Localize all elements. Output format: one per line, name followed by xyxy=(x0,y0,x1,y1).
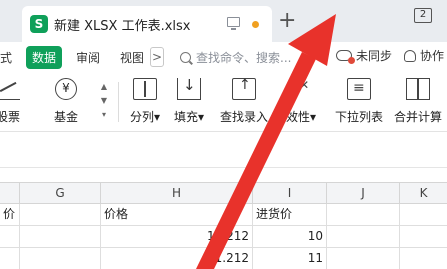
formula-bar[interactable] xyxy=(0,133,447,168)
cell-h[interactable]: 11.212 xyxy=(101,248,253,269)
menu-item-data[interactable]: 数据 xyxy=(26,46,63,69)
table-row: 价 价格 进货价 xyxy=(0,204,447,226)
menu-bar: 式 数据 审阅 视图 > 查找命令、搜索... 未同步 协作 xyxy=(0,42,447,72)
cell-h[interactable]: 10.212 xyxy=(101,226,253,247)
unsaved-dot-icon xyxy=(252,21,259,28)
fill-icon xyxy=(177,76,202,100)
search-icon xyxy=(180,51,191,63)
fund-button[interactable]: ¥ 基金 xyxy=(54,78,78,125)
yen-icon: ¥ xyxy=(55,78,77,100)
sync-label: 未同步 xyxy=(356,49,393,63)
spreadsheet-logo-icon: S xyxy=(30,15,48,33)
dropdown-list-button[interactable]: 下拉列表 xyxy=(335,78,383,125)
cell-j[interactable] xyxy=(327,248,400,269)
fill-label: 填充▾ xyxy=(174,110,205,124)
cell-k[interactable] xyxy=(400,248,447,269)
search-placeholder: 查找命令、搜索... xyxy=(196,50,292,65)
document-tab[interactable]: S 新建 XLSX 工作表.xlsx xyxy=(22,6,272,42)
menu-item-view[interactable]: 视图 xyxy=(120,49,144,66)
new-tab-button[interactable]: + xyxy=(278,10,296,32)
ribbon-divider xyxy=(118,82,119,122)
table-row: 10.212 10 xyxy=(0,226,447,248)
find-entry-label: 查找录入 xyxy=(220,110,269,124)
collaborate-button[interactable]: 协作 xyxy=(404,47,444,64)
cell-h[interactable]: 价格 xyxy=(101,204,253,225)
cell-f[interactable] xyxy=(0,226,20,247)
cell-f[interactable]: 价 xyxy=(0,204,20,225)
dropdown-list-icon xyxy=(347,78,371,100)
ribbon-scroll-arrows[interactable]: ▲ ▼ ▾ xyxy=(100,80,108,122)
cell-g[interactable] xyxy=(20,248,101,269)
monitor-icon[interactable] xyxy=(227,17,240,30)
menu-item-review[interactable]: 审阅 xyxy=(76,49,100,66)
stock-label: 股票 xyxy=(0,110,21,124)
validity-button[interactable]: 效性▾ xyxy=(286,78,316,125)
window-count-button[interactable]: 2 xyxy=(414,8,432,23)
fill-button[interactable]: 填充▾ xyxy=(174,76,205,125)
column-header-k[interactable]: K xyxy=(400,183,447,203)
document-title: 新建 XLSX 工作表.xlsx xyxy=(54,18,191,34)
split-column-label: 分列▾ xyxy=(130,110,161,124)
tab-bar: S 新建 XLSX 工作表.xlsx + 2 xyxy=(0,0,447,42)
dropdown-list-label: 下拉列表 xyxy=(335,110,384,124)
stock-chart-icon xyxy=(0,78,20,100)
find-entry-button[interactable]: 查找录入 xyxy=(220,77,269,125)
merge-calc-label: 合并计算 xyxy=(394,110,443,124)
cell-i[interactable]: 10 xyxy=(253,226,327,247)
cell-i[interactable]: 11 xyxy=(253,248,327,269)
cell-j[interactable] xyxy=(327,204,400,225)
cell-f[interactable] xyxy=(0,248,20,269)
column-header-i[interactable]: I xyxy=(253,183,327,203)
command-search[interactable]: 查找命令、搜索... xyxy=(180,47,291,67)
validity-icon xyxy=(289,78,313,100)
merge-calc-icon xyxy=(406,78,430,100)
column-header-row: G H I J K xyxy=(0,182,447,204)
ribbon-toolbar: 股票 ¥ 基金 ▲▼▾ 分列▾ 填充▾ 查找录入 效性▾ 下拉列表 合并计算 xyxy=(0,72,447,132)
column-header-f[interactable] xyxy=(0,183,20,203)
collab-label: 协作 xyxy=(420,49,445,63)
split-column-button[interactable]: 分列▾ xyxy=(130,78,160,125)
cell-k[interactable] xyxy=(400,204,447,225)
cell-i[interactable]: 进货价 xyxy=(253,204,327,225)
cell-k[interactable] xyxy=(400,226,447,247)
column-header-h[interactable]: H xyxy=(101,183,253,203)
split-column-icon xyxy=(133,78,158,100)
menu-item-formula[interactable]: 式 xyxy=(0,49,12,66)
fund-label: 基金 xyxy=(54,110,79,124)
merge-calc-button[interactable]: 合并计算 xyxy=(394,78,442,125)
menu-more-button[interactable]: > xyxy=(150,47,164,67)
cell-g[interactable] xyxy=(20,204,101,225)
find-entry-icon xyxy=(232,77,256,100)
cell-j[interactable] xyxy=(327,226,400,247)
stock-button[interactable]: 股票 xyxy=(0,78,20,125)
cloud-icon xyxy=(336,50,355,64)
person-icon xyxy=(404,49,416,62)
validity-label: 效性▾ xyxy=(286,110,317,124)
column-header-j[interactable]: J xyxy=(327,183,400,203)
column-header-g[interactable]: G xyxy=(20,183,101,203)
table-row: 11.212 11 xyxy=(0,248,447,269)
cell-g[interactable] xyxy=(20,226,101,247)
sync-status-button[interactable]: 未同步 xyxy=(336,47,392,64)
